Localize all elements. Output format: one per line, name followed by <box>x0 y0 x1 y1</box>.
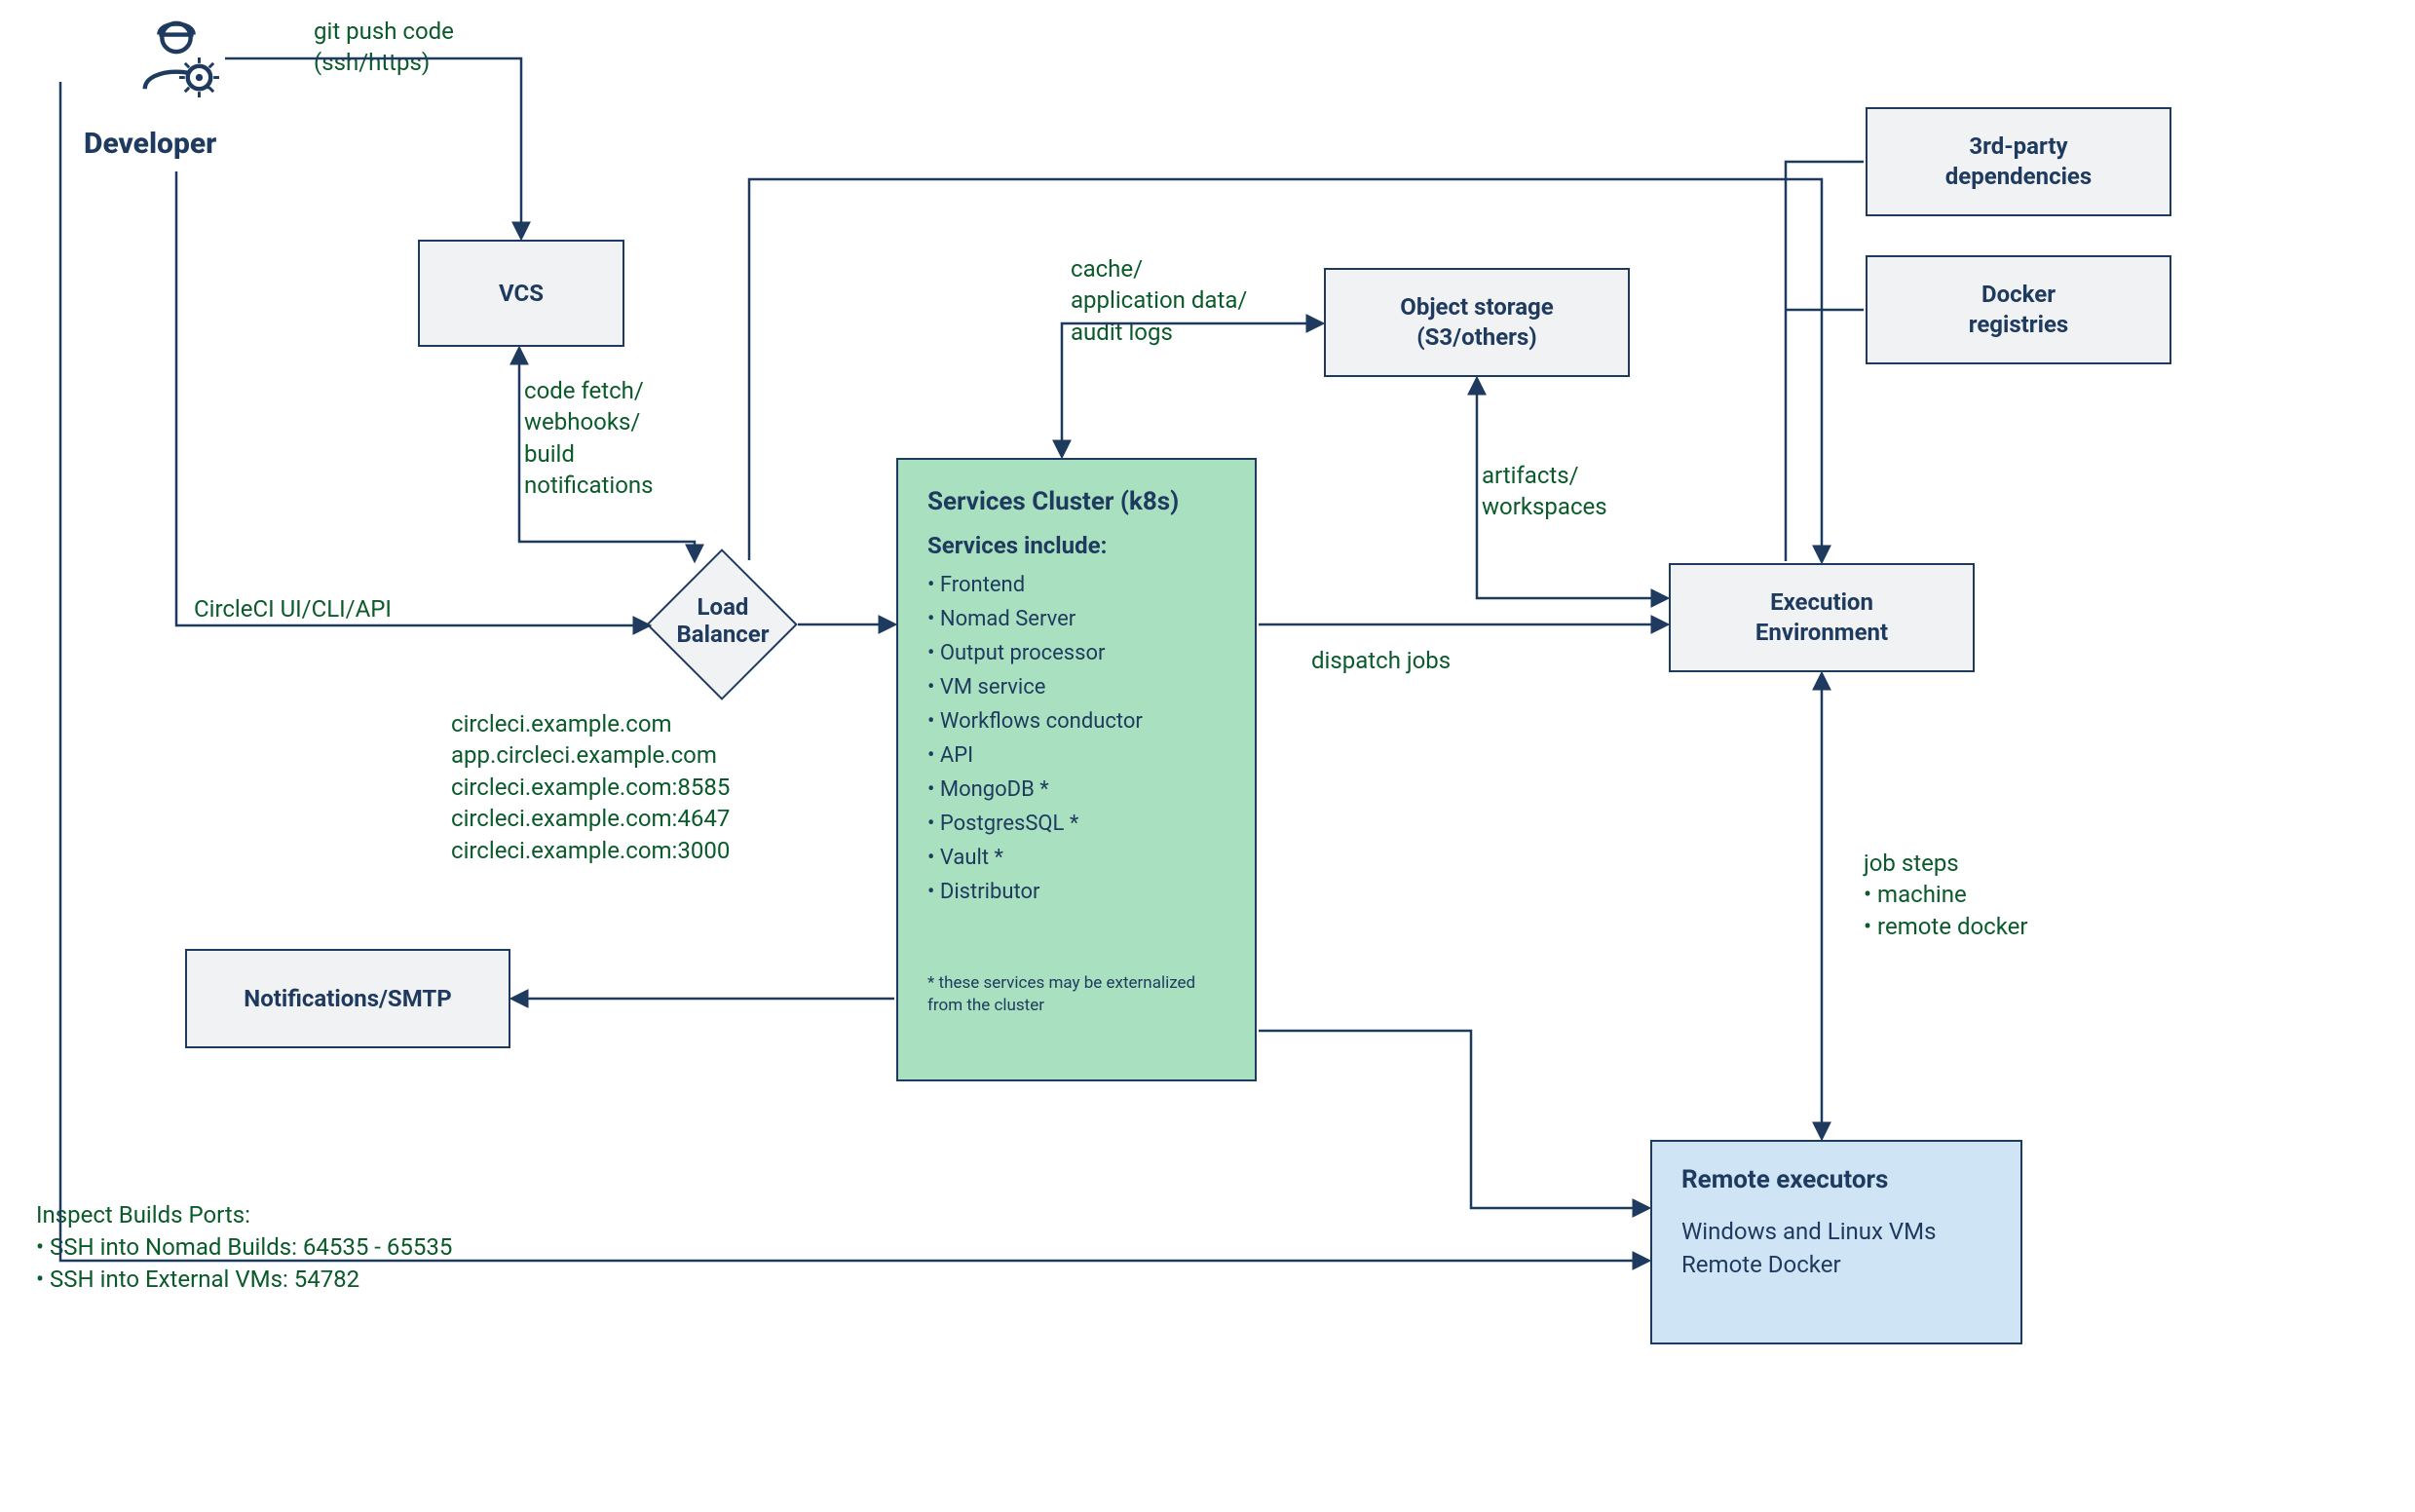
services-cluster-node: Services Cluster (k8s) Services include:… <box>896 458 1257 1081</box>
remote-executors-node: Remote executors Windows and Linux VMs R… <box>1650 1140 2022 1344</box>
third-party-node: 3rd-party dependencies <box>1866 107 2171 216</box>
vcs-node: VCS <box>418 240 624 347</box>
services-title: Services Cluster (k8s) <box>927 487 1179 516</box>
services-item: • API <box>927 743 973 768</box>
remote-executors-item: Windows and Linux VMs <box>1681 1218 1937 1245</box>
remote-executors-title: Remote executors <box>1681 1165 1888 1194</box>
inspect-ports-line2: • SSH into External VMs: 54782 <box>36 1264 359 1295</box>
notifications-node: Notifications/SMTP <box>185 949 510 1048</box>
inspect-ports-title: Inspect Builds Ports: <box>36 1199 250 1230</box>
edge-label-dispatch: dispatch jobs <box>1311 645 1451 676</box>
remote-executors-item: Remote Docker <box>1681 1251 1841 1278</box>
services-item: • Output processor <box>927 641 1106 665</box>
developer-icon <box>133 15 219 100</box>
third-party-l2: dependencies <box>1945 162 2092 192</box>
execution-env-node: Execution Environment <box>1669 563 1975 672</box>
services-item: • PostgresSQL * <box>927 812 1078 836</box>
docker-reg-l1: Docker <box>1981 280 2056 310</box>
docker-reg-l2: registries <box>1969 310 2068 340</box>
execution-env-l2: Environment <box>1755 618 1888 648</box>
docker-registries-node: Docker registries <box>1866 255 2171 364</box>
edge-label-cache: cache/ application data/ audit logs <box>1071 253 1247 348</box>
edge-label-job-steps: job steps • machine • remote docker <box>1864 848 2028 942</box>
vcs-label: VCS <box>499 280 544 307</box>
execution-env-l1: Execution <box>1770 587 1873 618</box>
inspect-ports-line1: • SSH into Nomad Builds: 64535 - 65535 <box>36 1231 452 1263</box>
load-balancer-label: Load Balancer <box>655 593 791 648</box>
edge-label-artifacts: artifacts/ workspaces <box>1482 460 1607 523</box>
services-item: • Workflows conductor <box>927 709 1143 734</box>
edge-label-git-push: git push code (ssh/https) <box>314 16 454 79</box>
services-item: • Nomad Server <box>927 607 1075 631</box>
services-note: * these services may be externalized fro… <box>927 972 1195 1017</box>
developer-label: Developer <box>84 127 216 161</box>
edge-label-lb-domains: circleci.example.com app.circleci.exampl… <box>451 708 730 866</box>
object-storage-l1: Object storage <box>1400 292 1553 322</box>
services-subtitle: Services include: <box>927 532 1107 559</box>
services-item: • Frontend <box>927 573 1025 597</box>
object-storage-node: Object storage (S3/others) <box>1324 268 1630 377</box>
services-item: • Distributor <box>927 880 1040 904</box>
services-item: • MongoDB * <box>927 777 1049 802</box>
services-item: • VM service <box>927 675 1045 699</box>
notifications-label: Notifications/SMTP <box>244 985 451 1012</box>
third-party-l1: 3rd-party <box>1969 132 2067 162</box>
edge-label-code-fetch: code fetch/ webhooks/ build notification… <box>524 375 654 502</box>
object-storage-l2: (S3/others) <box>1416 322 1536 353</box>
services-item: • Vault * <box>927 846 1003 870</box>
edge-label-circleci-ui: CircleCI UI/CLI/API <box>194 593 392 624</box>
